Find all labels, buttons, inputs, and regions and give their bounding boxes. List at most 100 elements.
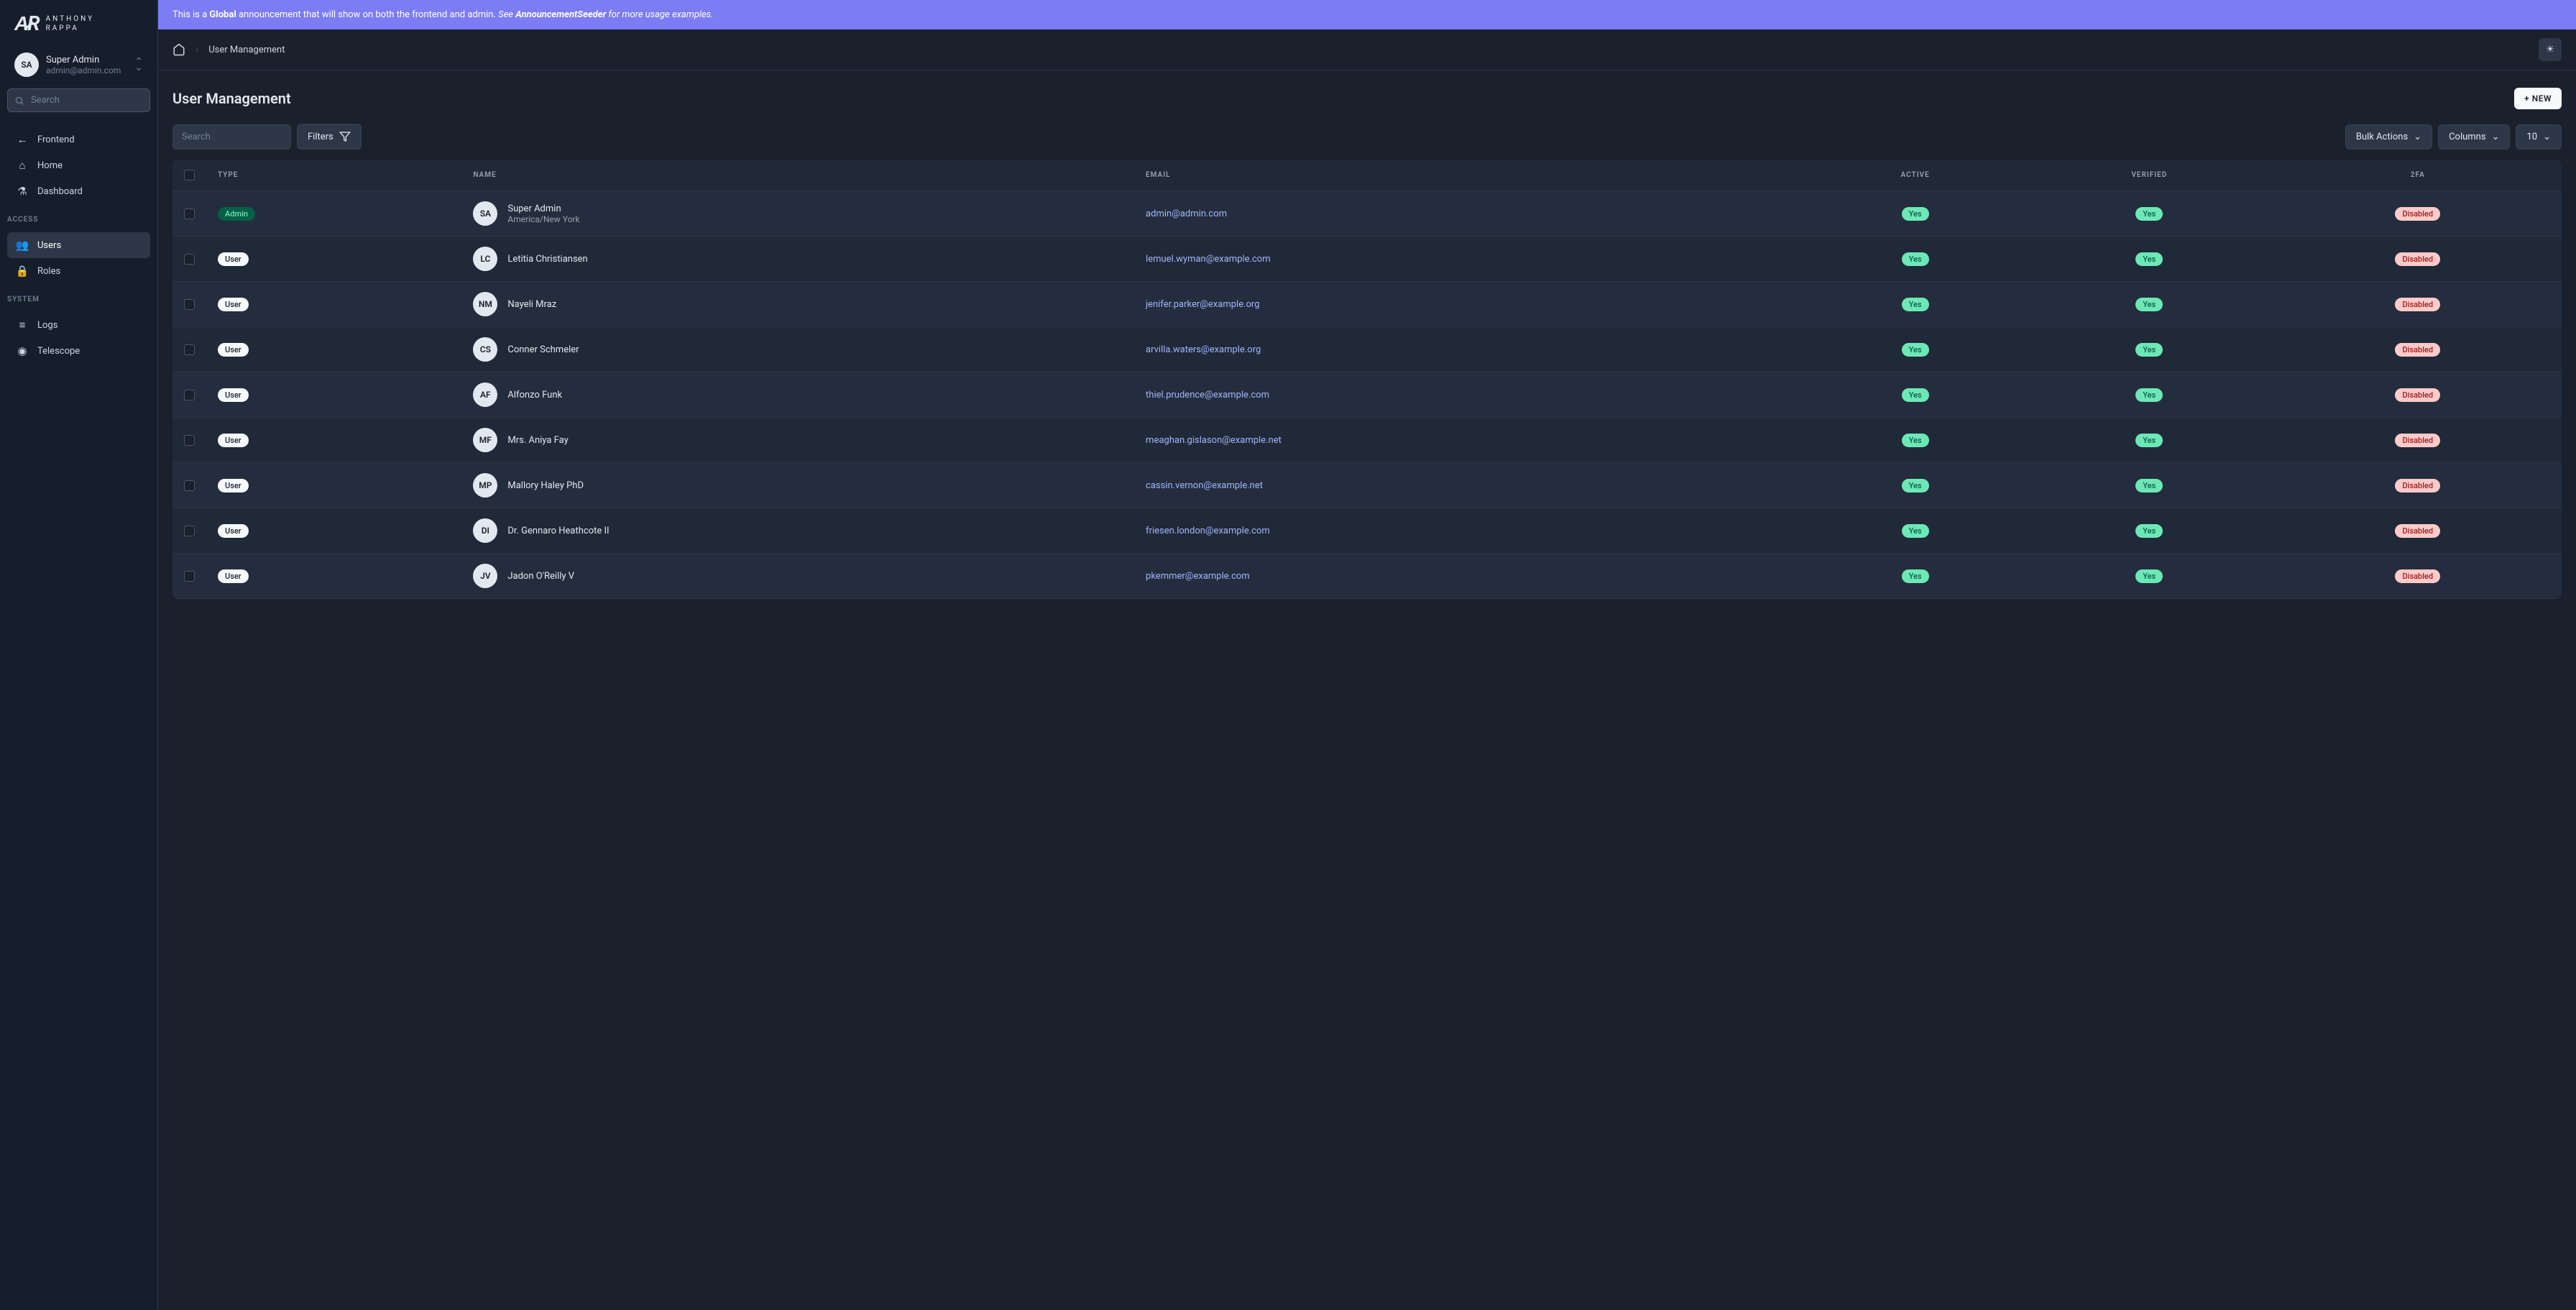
type-badge: Admin [218,207,255,221]
verified-badge: Yes [2135,569,2163,583]
user-email[interactable]: lemuel.wyman@example.com [1146,254,1271,265]
sidebar-item-label: Dashboard [37,186,83,197]
sidebar-item-label: Home [37,160,63,171]
active-badge: Yes [1902,298,1929,311]
active-badge: Yes [1902,434,1929,447]
row-checkbox[interactable] [184,435,195,446]
row-checkbox[interactable] [184,480,195,491]
sidebar-item-roles[interactable]: 🔒Roles [7,258,150,284]
avatar: JV [473,564,497,588]
row-checkbox[interactable] [184,344,195,355]
select-all-checkbox[interactable] [184,170,195,180]
table-row[interactable]: UserCSConner Schmelerarvilla.waters@exam… [172,327,2562,372]
chevron-down-icon: ⌄ [2543,132,2551,142]
verified-badge: Yes [2135,434,2163,447]
th-verified[interactable]: VERIFIED [2025,160,2273,191]
table-row[interactable]: UserMPMallory Haley PhDcassin.vernon@exa… [172,463,2562,508]
table-row[interactable]: User JV Jadon O'Reilly V pkemmer@example.co… [172,554,2562,599]
user-name: Super Admin [507,203,579,214]
columns-button[interactable]: Columns ⌄ [2438,124,2510,150]
logo-line2: RAPPA [46,24,95,33]
twofa-badge: Disabled [2395,479,2440,493]
twofa-badge: Disabled [2395,343,2440,357]
type-badge: User [218,388,249,402]
sidebar-item-label: Logs [37,320,58,331]
verified-badge: Yes [2135,298,2163,311]
user-name: Jadon O'Reilly V [507,571,574,582]
sidebar-item-label: Frontend [37,134,75,145]
verified-badge: Yes [2135,479,2163,493]
current-user-email: admin@admin.com [46,65,127,75]
chevron-updown-icon: ⌃⌄ [134,59,143,71]
active-badge: Yes [1902,479,1929,493]
announcement-banner: This is a Global announcement that will … [158,0,2576,29]
type-badge: User [218,569,249,583]
type-badge: User [218,252,249,266]
sidebar-item-telescope[interactable]: ◉Telescope [7,338,150,364]
table-row[interactable]: UserDIDr. Gennaro Heathcote IIfriesen.lo… [172,508,2562,554]
active-badge: Yes [1902,388,1929,402]
th-active[interactable]: ACTIVE [1806,160,2025,191]
row-checkbox[interactable] [184,254,195,265]
th-2fa[interactable]: 2FA [2274,160,2562,191]
breadcrumb-home[interactable] [172,43,185,56]
type-badge: User [218,479,249,493]
user-email[interactable]: arvilla.waters@example.org [1146,344,1261,355]
table-row[interactable]: UserMFMrs. Aniya Faymeaghan.gislason@exa… [172,418,2562,463]
user-email[interactable]: thiel.prudence@example.com [1146,390,1269,400]
th-name[interactable]: NAME [461,160,1134,191]
new-button[interactable]: + NEW [2514,88,2562,109]
sidebar-item-label: Users [37,240,61,251]
table-row[interactable]: UserNMNayeli Mrazjenifer.parker@example.… [172,282,2562,327]
sidebar-item-dashboard[interactable]: ⚗Dashboard [7,178,150,204]
table-row[interactable]: AdminSASuper AdminAmerica/New Yorkadmin@… [172,191,2562,237]
breadcrumb-current[interactable]: User Management [208,45,285,55]
user-email[interactable]: pkemmer@example.com [1146,571,1250,582]
sidebar-item-label: Telescope [37,346,80,357]
row-checkbox[interactable] [184,526,195,536]
page-title: User Management [172,90,291,107]
sidebar-item-home[interactable]: ⌂Home [7,152,150,178]
sidebar-item-logs[interactable]: ≡Logs [7,312,150,338]
theme-toggle-button[interactable]: ☀ [2539,38,2562,61]
twofa-badge: Disabled [2395,569,2440,583]
th-type[interactable]: TYPE [206,160,461,191]
per-page-button[interactable]: 10 ⌄ [2516,124,2562,150]
users-table: TYPE NAME EMAIL ACTIVE VERIFIED 2FA Admi… [172,160,2562,599]
user-email[interactable]: jenifer.parker@example.org [1146,299,1259,310]
verified-badge: Yes [2135,207,2163,221]
logo-mark-icon: A̷R [14,12,39,35]
user-menu[interactable]: SA Super Admin admin@admin.com ⌃⌄ [0,47,157,88]
sun-icon: ☀ [2546,44,2555,55]
avatar: SA [473,201,497,226]
user-name: Letitia Christiansen [507,254,587,265]
row-checkbox[interactable] [184,209,195,219]
table-row[interactable]: UserLCLetitia Christiansenlemuel.wyman@e… [172,237,2562,282]
active-badge: Yes [1902,343,1929,357]
user-email[interactable]: admin@admin.com [1146,209,1227,219]
table-row[interactable]: UserAFAlfonzo Funkthiel.prudence@example… [172,372,2562,418]
logo[interactable]: A̷R ANTHONY RAPPA [0,12,157,47]
row-checkbox[interactable] [184,571,195,582]
avatar: NM [473,292,497,316]
sidebar-item-users[interactable]: 👥Users [7,232,150,258]
user-email[interactable]: cassin.vernon@example.net [1146,480,1263,491]
current-user-name: Super Admin [46,55,127,65]
type-badge: User [218,434,249,447]
th-email[interactable]: EMAIL [1134,160,1806,191]
user-email[interactable]: friesen.london@example.com [1146,526,1270,536]
filter-icon [339,131,351,142]
type-badge: User [218,298,249,311]
row-checkbox[interactable] [184,299,195,310]
user-name: Dr. Gennaro Heathcote II [507,526,609,536]
table-search-input[interactable] [172,124,291,150]
search-icon [14,96,24,106]
user-email[interactable]: meaghan.gislason@example.net [1146,435,1282,446]
twofa-badge: Disabled [2395,434,2440,447]
bulk-actions-button[interactable]: Bulk Actions ⌄ [2345,124,2432,150]
filters-button[interactable]: Filters [297,124,362,150]
row-checkbox[interactable] [184,390,195,400]
sidebar-search-input[interactable] [7,88,150,112]
sidebar-item-frontend[interactable]: ←Frontend [7,127,150,152]
avatar: MF [473,428,497,452]
